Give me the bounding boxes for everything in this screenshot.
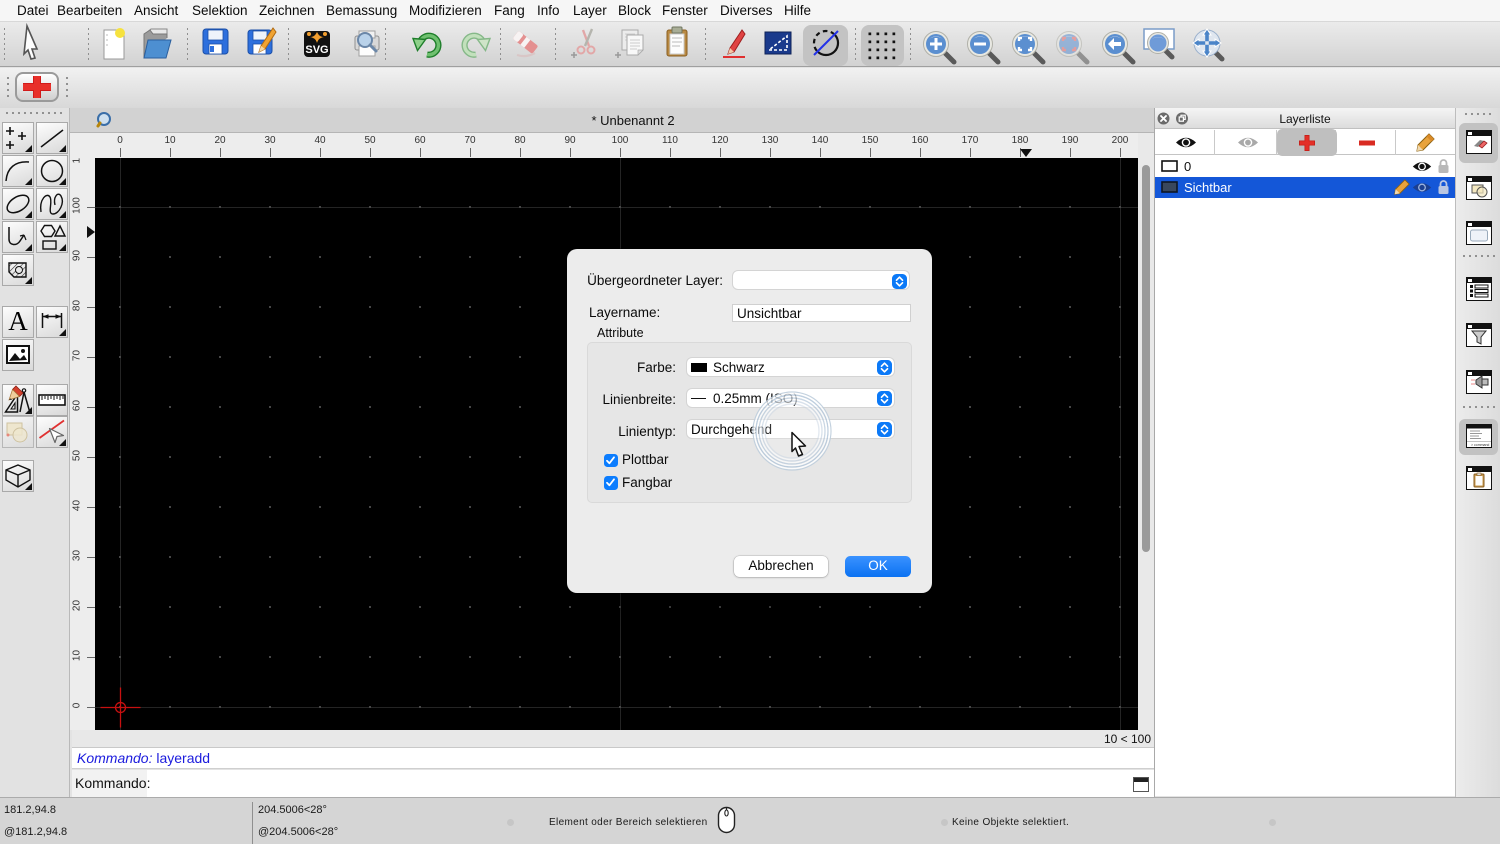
- svg-text:> command: > command: [1471, 443, 1489, 447]
